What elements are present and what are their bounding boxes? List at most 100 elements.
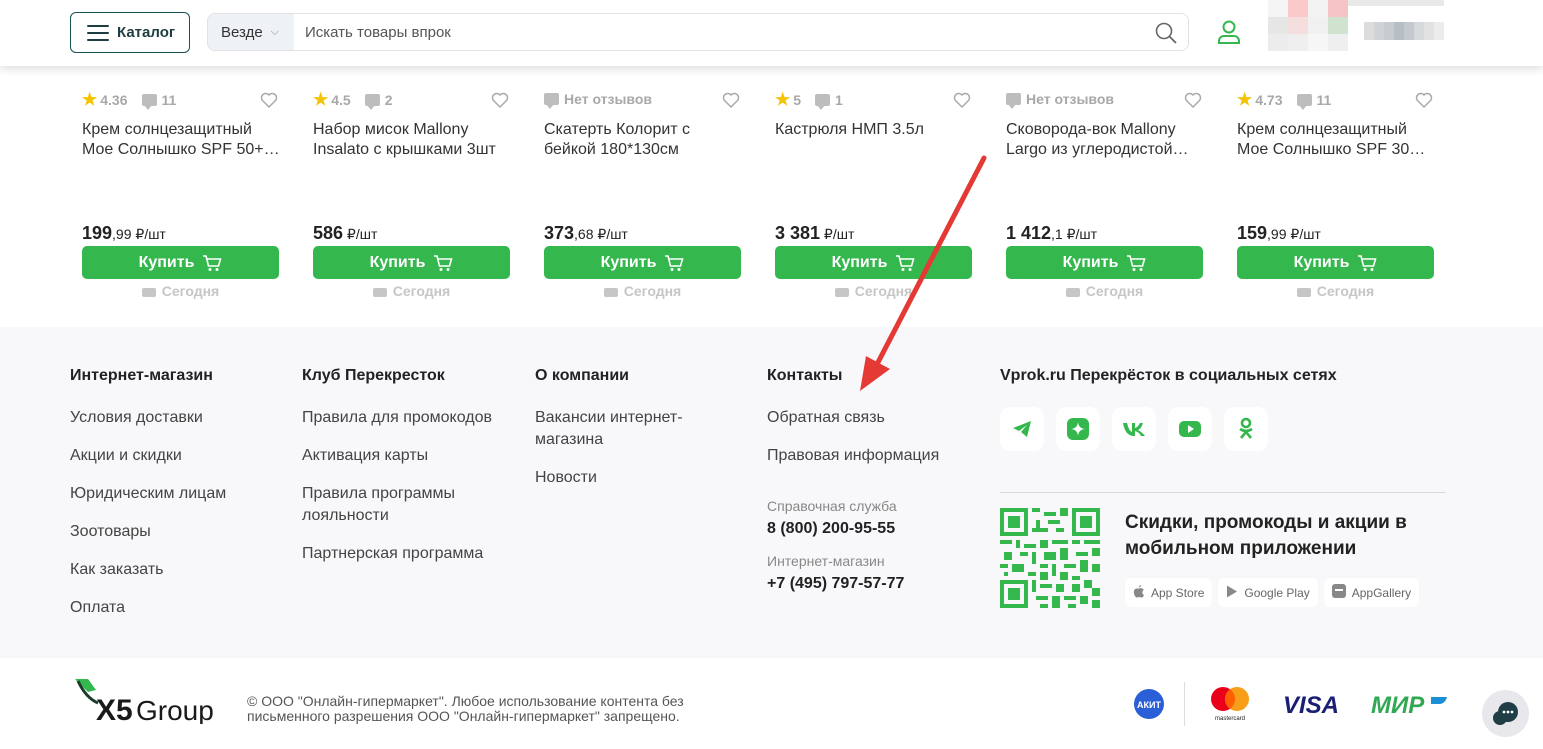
footer-link[interactable]: Обратная связь [767, 407, 977, 429]
cart-icon [434, 254, 453, 271]
buy-button[interactable]: Купить [82, 246, 279, 279]
odnoklassniki-icon[interactable] [1224, 407, 1268, 451]
favorite-heart-icon[interactable] [1184, 92, 1202, 113]
reviews-count: 11 [1316, 91, 1332, 108]
favorite-heart-icon[interactable] [1415, 92, 1433, 113]
product-card[interactable]: Нет отзывов Скатерть Колорит с бейкой 18… [544, 66, 742, 316]
zen-icon[interactable] [1056, 407, 1100, 451]
footer-col-social: Vprok.ru Перекрёсток в социальных сетях [1000, 367, 1446, 407]
footer-link[interactable]: Акции и скидки [70, 445, 280, 467]
product-name[interactable]: Кастрюля НМП 3.5л [775, 120, 973, 140]
product-carousel: ★ 4.36 11 Крем солнцезащитный Мое Солныш… [0, 66, 1543, 327]
footer-link[interactable]: Оплата [70, 597, 280, 619]
app-store-links: App Store Google Play AppGallery [1125, 578, 1420, 607]
product-name[interactable]: Скатерть Колорит с бейкой 180*130см [544, 120, 742, 160]
mir-icon: МИР [1371, 692, 1447, 721]
telegram-icon[interactable] [1000, 407, 1044, 451]
buy-button[interactable]: Купить [544, 246, 741, 279]
footer-col-company: О компании Вакансии интернет-магазина Но… [535, 367, 715, 505]
app-store-button[interactable]: App Store [1125, 578, 1213, 607]
buy-button[interactable]: Купить [1006, 246, 1203, 279]
app-gallery-button[interactable]: AppGallery [1323, 578, 1420, 607]
footer-link[interactable]: Правовая информация [767, 445, 977, 467]
buy-label: Купить [369, 253, 426, 271]
vk-icon[interactable] [1112, 407, 1156, 451]
reviews-icon [815, 93, 831, 110]
reviews-icon [1006, 93, 1021, 109]
footer-link[interactable]: Партнерская программа [302, 543, 512, 565]
footer-link[interactable]: Правила программы лояльности [302, 483, 512, 527]
rating: 4.73 [1255, 91, 1283, 108]
star-icon: ★ [82, 90, 98, 109]
delivery-info: Сегодня [313, 283, 510, 299]
buy-button[interactable]: Купить [1237, 246, 1434, 279]
product-price: 373,68 ₽/шт [544, 223, 628, 244]
product-price: 1 412,1 ₽/шт [1006, 223, 1097, 244]
rating: 4.36 [100, 91, 128, 108]
footer-link[interactable]: Условия доставки [70, 407, 280, 429]
favorite-heart-icon[interactable] [491, 92, 509, 113]
search-scope-label: Везде [221, 23, 263, 41]
buy-button[interactable]: Купить [775, 246, 972, 279]
footer: Интернет-магазин Условия доставки Акции … [0, 327, 1543, 658]
product-card[interactable]: Нет отзывов Сковорода-вок Mallony Largo … [1006, 66, 1204, 316]
reviews-icon [364, 93, 380, 110]
product-card[interactable]: ★ 4.5 2 Набор мисок Mallony Insalato с к… [313, 66, 511, 316]
reviews-count: 11 [161, 91, 177, 108]
product-name[interactable]: Сковорода-вок Mallony Largo из углеродис… [1006, 120, 1204, 160]
rating: 4.5 [331, 91, 351, 108]
search-icon[interactable] [1154, 21, 1178, 50]
product-name[interactable]: Крем солнцезащитный Мое Солнышко SPF 50+… [82, 120, 280, 160]
footer-link[interactable]: Юридическим лицам [70, 483, 280, 505]
product-card[interactable]: ★ 4.73 11 Крем солнцезащитный Мое Солныш… [1237, 66, 1435, 316]
delivery-info: Сегодня [544, 283, 741, 299]
x5-group-logo[interactable]: X5 Group [74, 678, 229, 729]
favorite-heart-icon[interactable] [722, 92, 740, 113]
chevron-down-icon: ⌵ [270, 25, 280, 38]
chat-button[interactable] [1482, 690, 1529, 737]
blurred-username [1364, 22, 1444, 40]
header: Каталог Везде ⌵ [0, 0, 1543, 66]
price-main: 199 [82, 223, 113, 243]
buy-button[interactable]: Купить [313, 246, 510, 279]
product-name[interactable]: Набор мисок Mallony Insalato с крышками … [313, 120, 511, 160]
footer-link[interactable]: Активация карты [302, 445, 512, 467]
help-service-phone[interactable]: 8 (800) 200-95-55 [767, 520, 977, 538]
product-name[interactable]: Крем солнцезащитный Мое Солнышко SPF 30… [1237, 120, 1435, 160]
search-scope-select[interactable]: Везде ⌵ [208, 14, 294, 50]
footer-link[interactable]: Вакансии интернет-магазина [535, 407, 715, 451]
delivery-label: Сегодня [392, 283, 451, 299]
truck-icon [603, 287, 618, 297]
product-meta: Нет отзывов [1006, 91, 1114, 109]
star-icon: ★ [313, 90, 329, 109]
footer-link[interactable]: Зоотовары [70, 521, 280, 543]
user-icon[interactable] [1216, 19, 1242, 50]
buy-label: Купить [1293, 253, 1350, 271]
delivery-info: Сегодня [1006, 283, 1203, 299]
product-card[interactable]: ★ 5 1 Кастрюля НМП 3.5л 3 381 ₽/шт Купит… [775, 66, 973, 316]
catalog-button[interactable]: Каталог [70, 12, 190, 53]
apple-icon [1133, 584, 1145, 601]
cart-icon [896, 254, 915, 271]
footer-link[interactable]: Как заказать [70, 559, 280, 581]
social-links [1000, 407, 1268, 451]
svg-text:МИР: МИР [1371, 694, 1425, 716]
reviews-icon [1296, 93, 1312, 110]
footer-link[interactable]: Новости [535, 467, 715, 489]
search-input[interactable] [294, 23, 1188, 41]
favorite-heart-icon[interactable] [953, 92, 971, 113]
product-card[interactable]: ★ 4.36 11 Крем солнцезащитный Мое Солныш… [82, 66, 280, 316]
price-kop: ,68 [574, 226, 594, 242]
cart-icon [1358, 254, 1377, 271]
favorite-heart-icon[interactable] [260, 92, 278, 113]
delivery-label: Сегодня [161, 283, 220, 299]
google-play-button[interactable]: Google Play [1218, 578, 1318, 607]
youtube-icon[interactable] [1168, 407, 1212, 451]
truck-icon [141, 287, 156, 297]
footer-heading: Контакты [767, 367, 843, 384]
svg-text:VISA: VISA [1283, 694, 1339, 716]
footer-link[interactable]: Правила для промокодов [302, 407, 512, 429]
shop-phone[interactable]: +7 (495) 797-57-77 [767, 575, 977, 593]
catalog-label: Каталог [117, 24, 176, 41]
store-label: App Store [1151, 585, 1205, 600]
